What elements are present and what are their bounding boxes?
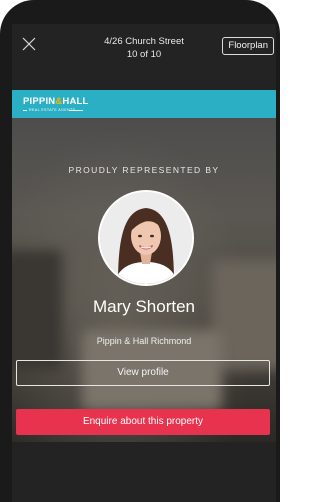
listing-address: 4/26 Church Street <box>104 36 184 47</box>
enquire-button[interactable]: Enquire about this property <box>16 409 270 435</box>
represented-by-label: PROUDLY REPRESENTED BY <box>68 165 220 175</box>
agent-avatar[interactable] <box>98 190 194 286</box>
agent-card: PIPPIN&HALL REAL ESTATE AGENTS PROUDLY R… <box>12 90 276 442</box>
close-button[interactable] <box>22 37 36 51</box>
logo-rule-right <box>69 110 83 111</box>
logo-rule-left <box>23 110 27 111</box>
agency-logo: PIPPIN&HALL <box>23 96 89 107</box>
view-profile-button[interactable]: View profile <box>16 360 270 386</box>
agent-photo <box>100 192 192 284</box>
close-icon <box>22 37 36 51</box>
photo-counter: 10 of 10 <box>126 49 162 60</box>
phone-frame: 4/26 Church Street 10 of 10 Floorplan PI… <box>0 0 280 502</box>
listing-title: 4/26 Church Street 10 of 10 <box>72 35 216 61</box>
agency-office: Pippin & Hall Richmond <box>96 336 192 346</box>
top-bar: 4/26 Church Street 10 of 10 Floorplan <box>12 24 276 90</box>
floorplan-button[interactable]: Floorplan <box>222 37 274 55</box>
brand-bar: PIPPIN&HALL REAL ESTATE AGENTS <box>12 90 276 118</box>
gallery-screen: 4/26 Church Street 10 of 10 Floorplan PI… <box>12 24 276 502</box>
agent-name: Mary Shorten <box>92 297 196 316</box>
